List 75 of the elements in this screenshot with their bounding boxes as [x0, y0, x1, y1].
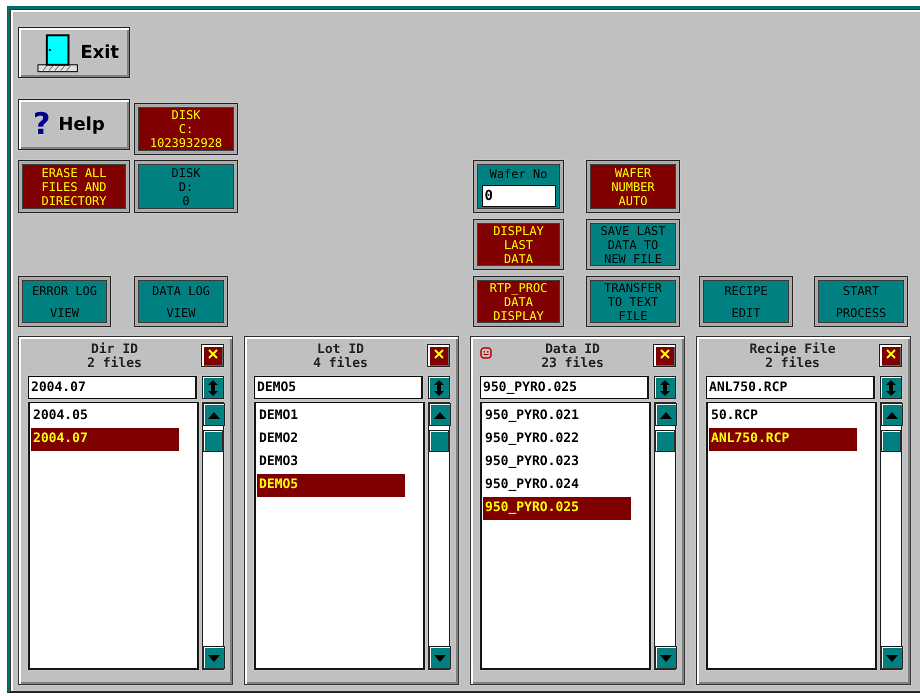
- file-count: 2 files: [764, 357, 821, 371]
- list-item[interactable]: 950_PYRO.021: [483, 405, 631, 428]
- input-field[interactable]: 0: [482, 185, 556, 207]
- input-field[interactable]: 2004.07: [28, 376, 197, 399]
- list-item[interactable]: DEMO3: [257, 451, 405, 474]
- display-data-button[interactable]: RTP_PROC DATA DISPLAY: [473, 276, 564, 327]
- panel-title: Lot ID: [316, 343, 364, 357]
- scroll-thumb[interactable]: [655, 430, 675, 452]
- close-icon: [660, 349, 670, 360]
- list-item[interactable]: 2004.07: [31, 428, 179, 451]
- up-down-arrow-icon: [660, 380, 670, 396]
- disk-button[interactable]: DISK C: 1023932928: [134, 103, 238, 155]
- transfer-button[interactable]: TRANSFER TO TEXT FILE: [586, 276, 680, 327]
- up-down-arrow-icon: [886, 380, 896, 396]
- wafer-auto-button[interactable]: WAFER NUMBER AUTO: [586, 160, 680, 213]
- field-label: Wafer No: [490, 166, 548, 183]
- scroll-down-button[interactable]: [655, 646, 677, 669]
- spin-button[interactable]: [880, 376, 902, 399]
- scroll-down-button[interactable]: [881, 646, 903, 669]
- close-button[interactable]: [879, 344, 902, 367]
- error-log-button[interactable]: ERROR LOG VIEW: [18, 276, 111, 327]
- input-field[interactable]: 950_PYRO.025: [480, 376, 649, 399]
- list-item[interactable]: 950_PYRO.024: [483, 474, 631, 497]
- disk-button[interactable]: DISK D: 0: [134, 160, 238, 213]
- help-button[interactable]: ? Help: [18, 99, 130, 150]
- scroll-down-button[interactable]: [203, 646, 225, 669]
- close-icon: [434, 349, 444, 360]
- start-process-button[interactable]: START PROCESS: [814, 276, 908, 327]
- scrollbar[interactable]: [654, 402, 676, 670]
- help-icon: ?: [33, 102, 50, 147]
- spin-button[interactable]: [202, 376, 224, 399]
- panel-title: Recipe File: [748, 343, 837, 357]
- scroll-up-button[interactable]: [881, 403, 903, 426]
- scroll-thumb[interactable]: [881, 430, 901, 452]
- list-item[interactable]: 950_PYRO.023: [483, 451, 631, 474]
- list-item[interactable]: 950_PYRO.025: [483, 497, 631, 520]
- list-item[interactable]: DEMO5: [257, 474, 405, 497]
- close-button[interactable]: [653, 344, 676, 367]
- close-button[interactable]: [201, 344, 224, 367]
- close-button[interactable]: [427, 344, 450, 367]
- scrollbar[interactable]: [880, 402, 902, 670]
- scroll-thumb[interactable]: [429, 430, 449, 452]
- scroll-up-button[interactable]: [203, 403, 225, 426]
- exit-button[interactable]: Exit: [18, 27, 130, 78]
- scroll-thumb[interactable]: [203, 430, 223, 452]
- scrollbar[interactable]: [202, 402, 224, 670]
- list-item[interactable]: 50.RCP: [709, 405, 857, 428]
- door-icon: [37, 32, 78, 72]
- spin-button[interactable]: [654, 376, 676, 399]
- spin-button[interactable]: [428, 376, 450, 399]
- file-count: 4 files: [312, 357, 369, 371]
- file-count: 23 files: [540, 357, 605, 371]
- scroll-up-button[interactable]: [429, 403, 451, 426]
- display-data-button[interactable]: DISPLAY LAST DATA: [473, 219, 564, 270]
- list-item[interactable]: DEMO1: [257, 405, 405, 428]
- scroll-up-button[interactable]: [655, 403, 677, 426]
- list-item[interactable]: DEMO2: [257, 428, 405, 451]
- recipe-edit-button[interactable]: RECIPE EDIT: [699, 276, 793, 327]
- panel-title: Data ID: [544, 343, 600, 357]
- list-item[interactable]: ANL750.RCP: [709, 428, 857, 451]
- scrollbar[interactable]: [428, 402, 450, 670]
- list-item[interactable]: 950_PYRO.022: [483, 428, 631, 451]
- close-icon: [208, 349, 218, 360]
- input-field[interactable]: ANL750.RCP: [706, 376, 875, 399]
- up-down-arrow-icon: [434, 380, 444, 396]
- close-icon: [886, 349, 896, 360]
- file-count: 2 files: [86, 357, 143, 371]
- erase-button[interactable]: ERASE ALL FILES AND DIRECTORY: [18, 160, 130, 213]
- scroll-down-button[interactable]: [429, 646, 451, 669]
- save-data-button[interactable]: SAVE LAST DATA TO NEW FILE: [586, 219, 680, 270]
- up-down-arrow-icon: [208, 380, 218, 396]
- list-item[interactable]: 2004.05: [31, 405, 179, 428]
- panel-title: Dir ID: [90, 343, 138, 357]
- data-log-button[interactable]: DATA LOG VIEW: [134, 276, 228, 327]
- input-field[interactable]: DEMO5: [254, 376, 423, 399]
